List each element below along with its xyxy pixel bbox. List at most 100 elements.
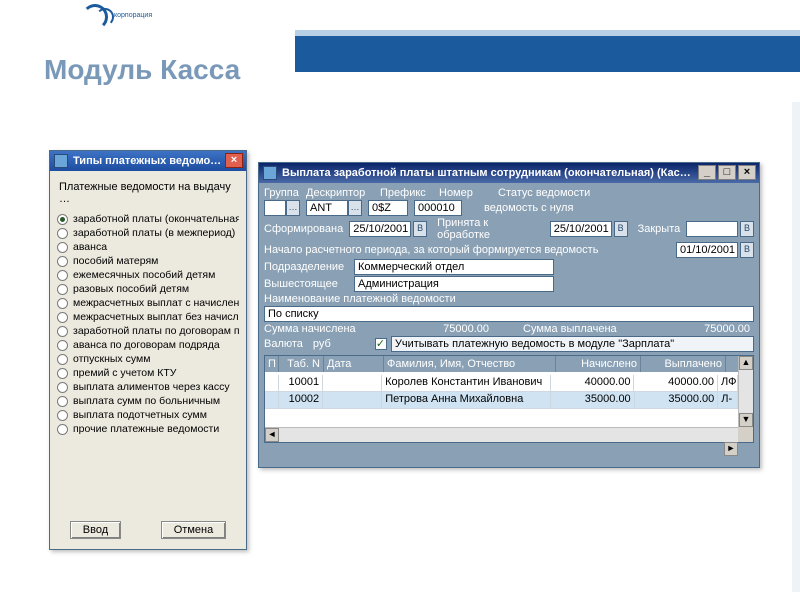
payroll-type-option[interactable]: выплата алиментов через кассу bbox=[57, 381, 239, 393]
close-icon[interactable]: × bbox=[738, 165, 756, 180]
radio-icon[interactable] bbox=[57, 410, 68, 421]
sum-paid-value: 75000.00 bbox=[704, 323, 750, 335]
calendar-icon[interactable]: В bbox=[740, 221, 754, 237]
radio-icon[interactable] bbox=[57, 242, 68, 253]
payroll-type-option[interactable]: пособий матерям bbox=[57, 255, 239, 267]
maximize-icon[interactable]: □ bbox=[718, 165, 736, 180]
horizontal-scrollbar[interactable]: ◄ ► bbox=[265, 427, 738, 442]
dialog-types-titlebar[interactable]: Типы платежных ведомостей … × bbox=[50, 151, 246, 171]
payroll-type-option[interactable]: прочие платежные ведомости bbox=[57, 423, 239, 435]
payroll-type-option[interactable]: межрасчетных выплат без начисле bbox=[57, 311, 239, 323]
period-date[interactable]: 01/10/2001 bbox=[676, 242, 738, 258]
vertical-scrollbar[interactable]: ▲ ▼ bbox=[738, 356, 753, 427]
payroll-type-option[interactable]: премий с учетом КТУ bbox=[57, 367, 239, 379]
currency-value: руб bbox=[313, 338, 331, 350]
radio-icon[interactable] bbox=[57, 298, 68, 309]
closed-date[interactable] bbox=[686, 221, 738, 237]
col-accrued[interactable]: Начислено bbox=[556, 356, 641, 372]
label-status: Статус ведомости bbox=[498, 187, 590, 199]
option-label: заработной платы по договорам под bbox=[73, 325, 239, 337]
option-label: выплата алиментов через кассу bbox=[73, 381, 230, 393]
option-label: аванса по договорам подряда bbox=[73, 339, 220, 351]
scroll-down-icon[interactable]: ▼ bbox=[739, 413, 753, 427]
col-fio[interactable]: Фамилия, Имя, Отчество bbox=[384, 356, 556, 372]
dialog-pay-titlebar[interactable]: Выплата заработной платы штатным сотрудн… bbox=[259, 163, 759, 183]
scroll-left-icon[interactable]: ◄ bbox=[265, 428, 279, 442]
minimize-icon[interactable]: _ bbox=[698, 165, 716, 180]
option-label: заработной платы (в межпериод) bbox=[73, 227, 235, 239]
group-field[interactable] bbox=[264, 200, 286, 216]
radio-icon[interactable] bbox=[57, 354, 68, 365]
docname-field[interactable]: По списку bbox=[264, 306, 754, 322]
label-currency: Валюта bbox=[264, 338, 303, 350]
lookup-icon[interactable]: … bbox=[286, 200, 300, 216]
department-field[interactable]: Коммерческий отдел bbox=[354, 259, 554, 275]
label-closed: Закрыта bbox=[638, 223, 681, 235]
ok-button[interactable]: Ввод bbox=[70, 521, 121, 539]
radio-icon[interactable] bbox=[57, 284, 68, 295]
radio-icon[interactable] bbox=[57, 424, 68, 435]
window-icon bbox=[263, 166, 277, 180]
radio-icon[interactable] bbox=[57, 312, 68, 323]
table-header: П Таб. N Дата Фамилия, Имя, Отчество Нач… bbox=[265, 356, 753, 372]
payroll-type-option[interactable]: выплата сумм по больничным bbox=[57, 395, 239, 407]
radio-icon[interactable] bbox=[57, 214, 68, 225]
cancel-button[interactable]: Отмена bbox=[161, 521, 226, 539]
payroll-type-option[interactable]: заработной платы (в межпериод) bbox=[57, 227, 239, 239]
table-row[interactable]: 10001Королев Константин Иванович40000.00… bbox=[265, 375, 738, 392]
payroll-type-option[interactable]: аванса по договорам подряда bbox=[57, 339, 239, 351]
brand-sup: корпорация bbox=[114, 12, 152, 19]
label-sum-accrued: Сумма начислена bbox=[264, 323, 356, 335]
calendar-icon[interactable]: В bbox=[614, 221, 628, 237]
option-label: межрасчетных выплат без начисле bbox=[73, 311, 239, 323]
calendar-icon[interactable]: В bbox=[740, 242, 754, 258]
option-label: заработной платы (окончательная) bbox=[73, 213, 239, 225]
prefix-field[interactable]: 0$Z bbox=[368, 200, 408, 216]
col-date[interactable]: Дата bbox=[324, 356, 384, 372]
option-label: выплата подотчетных сумм bbox=[73, 409, 207, 421]
payroll-type-option[interactable]: выплата подотчетных сумм bbox=[57, 409, 239, 421]
lookup-icon[interactable]: … bbox=[348, 200, 362, 216]
superior-field[interactable]: Администрация bbox=[354, 276, 554, 292]
descriptor-field[interactable]: ANT bbox=[306, 200, 348, 216]
radio-icon[interactable] bbox=[57, 368, 68, 379]
dialog-types-heading: Платежные ведомости на выдачу … bbox=[59, 181, 239, 205]
label-formed: Сформирована bbox=[264, 223, 343, 235]
scroll-right-icon[interactable]: ► bbox=[724, 442, 738, 456]
label-period: Начало расчетного периода, за который фо… bbox=[264, 244, 598, 256]
payroll-type-option[interactable]: заработной платы по договорам под bbox=[57, 325, 239, 337]
col-tab[interactable]: Таб. N bbox=[279, 356, 324, 372]
payroll-type-option[interactable]: заработной платы (окончательная) bbox=[57, 213, 239, 225]
number-field[interactable]: 000010 bbox=[414, 200, 462, 216]
label-number: Номер bbox=[439, 187, 494, 199]
option-label: разовых пособий детям bbox=[73, 283, 189, 295]
col-paid[interactable]: Выплачено bbox=[641, 356, 726, 372]
payroll-type-option[interactable]: межрасчетных выплат с начислени bbox=[57, 297, 239, 309]
radio-icon[interactable] bbox=[57, 340, 68, 351]
accepted-date[interactable]: 25/10/2001 bbox=[550, 221, 612, 237]
payroll-table: П Таб. N Дата Фамилия, Имя, Отчество Нач… bbox=[264, 355, 754, 443]
account-in-salary-checkbox[interactable] bbox=[375, 338, 387, 350]
close-icon[interactable]: × bbox=[225, 153, 243, 168]
radio-icon[interactable] bbox=[57, 228, 68, 239]
payroll-type-option[interactable]: аванса bbox=[57, 241, 239, 253]
option-label: межрасчетных выплат с начислени bbox=[73, 297, 239, 309]
radio-icon[interactable] bbox=[57, 396, 68, 407]
window-icon bbox=[54, 154, 68, 168]
option-label: премий с учетом КТУ bbox=[73, 367, 176, 379]
table-row[interactable]: 10002Петрова Анна Михайловна35000.003500… bbox=[265, 392, 738, 409]
col-p[interactable]: П bbox=[265, 356, 279, 372]
dialog-payroll-form: Выплата заработной платы штатным сотрудн… bbox=[258, 162, 760, 468]
scroll-up-icon[interactable]: ▲ bbox=[739, 356, 753, 370]
label-descriptor: Дескриптор bbox=[306, 187, 376, 199]
radio-icon[interactable] bbox=[57, 382, 68, 393]
option-label: выплата сумм по больничным bbox=[73, 395, 220, 407]
payroll-type-option[interactable]: разовых пособий детям bbox=[57, 283, 239, 295]
formed-date[interactable]: 25/10/2001 bbox=[349, 221, 411, 237]
calendar-icon[interactable]: В bbox=[413, 221, 427, 237]
radio-icon[interactable] bbox=[57, 326, 68, 337]
radio-icon[interactable] bbox=[57, 256, 68, 267]
radio-icon[interactable] bbox=[57, 270, 68, 281]
payroll-type-option[interactable]: отпускных сумм bbox=[57, 353, 239, 365]
payroll-type-option[interactable]: ежемесячных пособий детям bbox=[57, 269, 239, 281]
